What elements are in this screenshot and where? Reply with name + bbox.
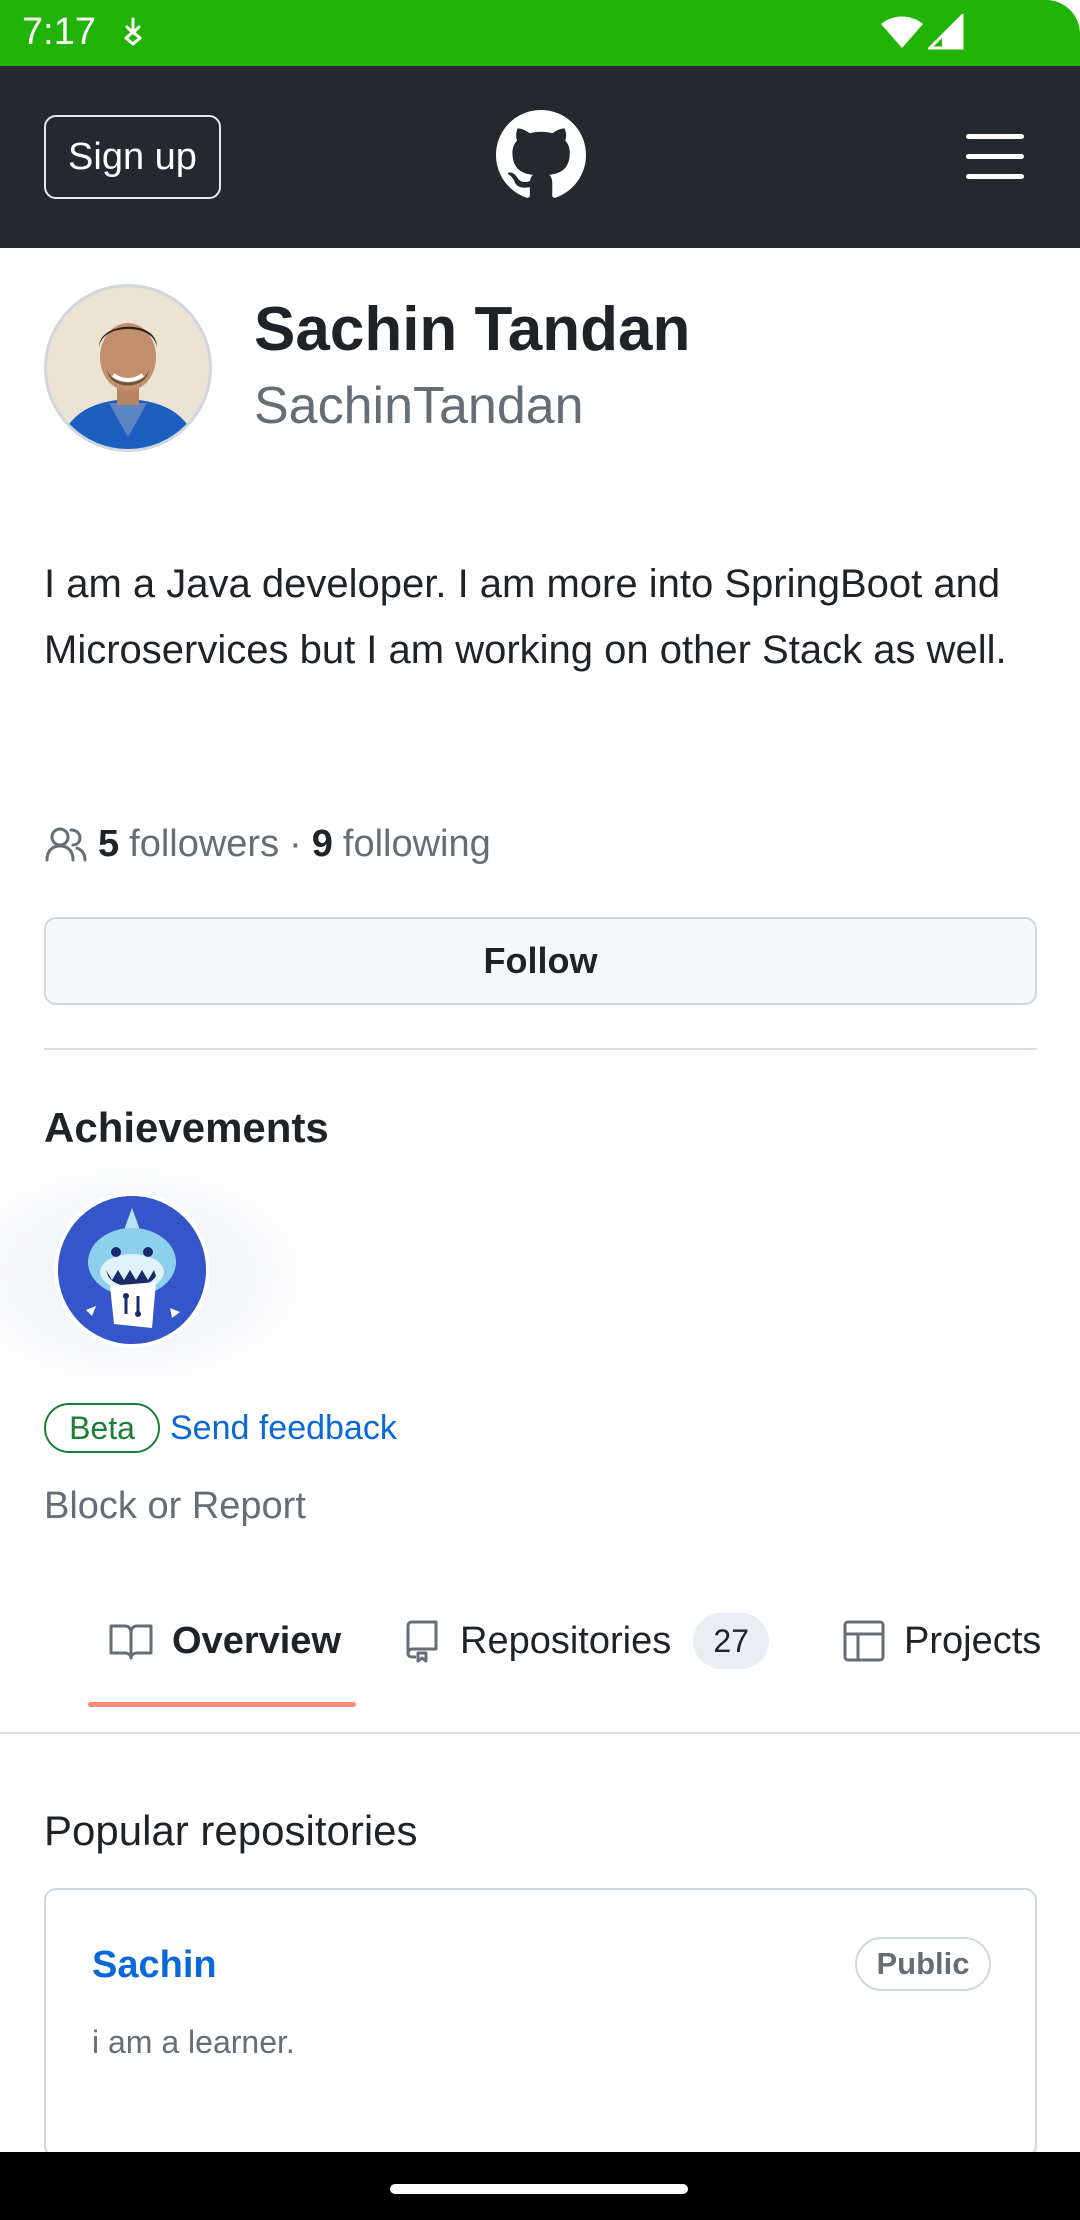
follow-stats: 5 followers · 9 following <box>44 818 491 870</box>
following-count[interactable]: 9 <box>312 823 333 866</box>
block-or-report-link[interactable]: Block or Report <box>44 1480 306 1532</box>
repo-icon <box>406 1620 438 1663</box>
follow-separator: · <box>289 822 302 865</box>
status-bar: 7:17 <box>0 0 1080 66</box>
wifi-icon <box>881 16 923 48</box>
followers-label[interactable]: followers <box>129 823 279 866</box>
system-nav-bar <box>0 2152 1080 2220</box>
app-header: Sign up <box>0 66 1080 248</box>
tab-repositories[interactable]: Repositories 27 <box>402 1590 770 1692</box>
selected-tab-indicator <box>88 1702 356 1707</box>
achievements-heading: Achievements <box>44 1104 329 1151</box>
profile-tabs: Overview Repositories 27 Projects <box>0 1590 1080 1734</box>
book-icon <box>109 1624 153 1660</box>
popular-repositories-heading: Popular repositories <box>44 1807 418 1854</box>
signal-icon <box>928 14 964 50</box>
tab-projects-label: Projects <box>904 1619 1042 1662</box>
repo-name-link[interactable]: Sachin <box>92 1940 217 1990</box>
tab-repositories-label: Repositories <box>460 1619 672 1662</box>
beta-badge: Beta <box>44 1403 160 1453</box>
divider <box>44 1048 1037 1050</box>
followers-count[interactable]: 5 <box>98 823 119 866</box>
repo-visibility-badge: Public <box>855 1937 991 1991</box>
repo-description: i am a learner. <box>92 2024 295 2060</box>
follow-button[interactable]: Follow <box>44 917 1037 1005</box>
avatar[interactable] <box>44 284 212 452</box>
profile-username: SachinTandan <box>254 377 584 435</box>
repo-card: Sachin Public i am a learner. <box>44 1888 1037 2158</box>
profile-bio: I am a Java developer. I am more into Sp… <box>44 562 1007 672</box>
github-logo-icon[interactable] <box>496 110 586 200</box>
profile-name: Sachin Tandan <box>254 295 691 364</box>
tab-overview-label: Overview <box>172 1619 341 1662</box>
people-icon <box>45 827 87 862</box>
repositories-count-badge: 27 <box>693 1613 770 1669</box>
pull-shark-badge-icon[interactable] <box>52 1190 212 1350</box>
home-gesture-handle[interactable] <box>390 2184 688 2194</box>
following-label[interactable]: following <box>343 823 491 866</box>
table-icon <box>843 1620 885 1662</box>
tab-projects[interactable]: Projects <box>842 1590 1041 1692</box>
tab-overview[interactable]: Overview <box>108 1590 341 1692</box>
signup-button[interactable]: Sign up <box>44 115 221 199</box>
send-feedback-link[interactable]: Send feedback <box>170 1405 397 1451</box>
download-status-icon <box>124 17 142 46</box>
status-time: 7:17 <box>22 11 96 53</box>
hamburger-menu-icon[interactable] <box>962 132 1028 182</box>
